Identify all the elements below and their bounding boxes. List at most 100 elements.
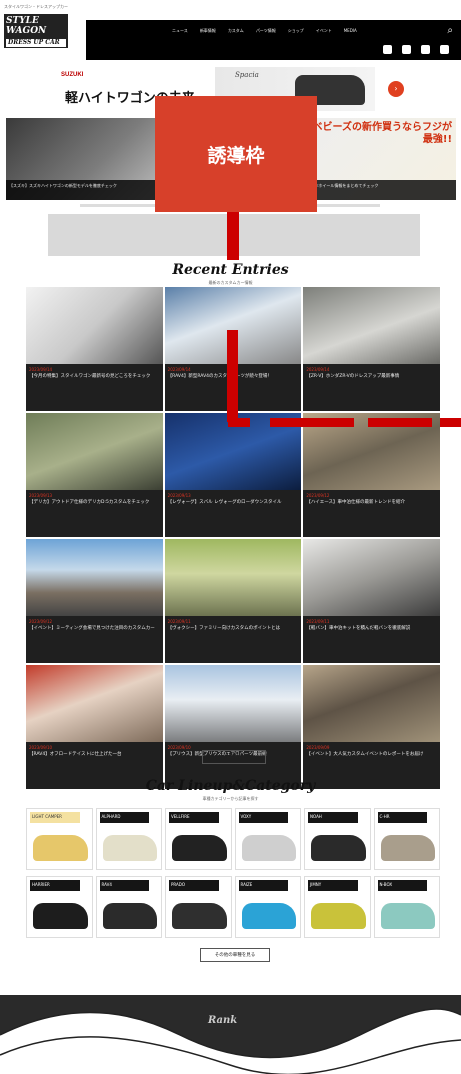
category-card[interactable]: C-HR xyxy=(373,808,440,870)
category-label: N-BOX xyxy=(377,880,427,891)
car-image xyxy=(172,903,227,929)
twitter-icon[interactable] xyxy=(402,45,411,54)
entry-card[interactable]: 2023/09/12 【ハイエース】車中泊仕様の最新トレンドを紹介 xyxy=(303,413,440,537)
logo-line2: DRESS UP CAR xyxy=(6,39,66,47)
car-image xyxy=(33,903,88,929)
car-image xyxy=(380,903,435,929)
footer-logo[interactable]: Rank xyxy=(208,1015,237,1026)
entry-card[interactable]: 2023/09/10 【RAV4】オフロードテイストに仕上げた一台 xyxy=(26,665,163,789)
entry-image xyxy=(303,665,440,742)
entry-card[interactable]: 2023/09/14 【ZR-V】ホンダZR-Vのドレスアップ最新事情 xyxy=(303,287,440,411)
entry-date: 2023/09/12 xyxy=(29,619,53,624)
site-logo[interactable]: スタイルワゴン・ドレスアップカー STYLE WAGON DRESS UP CA… xyxy=(4,4,84,54)
top-nav-bar: ニュース 新車情報 カスタム パーツ情報 ショップ イベント MEDIA ⌕ xyxy=(86,20,461,60)
logo-tagline: スタイルワゴン・ドレスアップカー xyxy=(4,4,68,9)
lineup-subtitle: 車種カテゴリーから記事を探す xyxy=(202,796,259,801)
category-card[interactable]: RAIZE xyxy=(234,876,301,938)
entry-date: 2023/09/12 xyxy=(306,493,330,498)
entry-date: 2023/09/10 xyxy=(29,745,53,750)
category-card[interactable]: VELLFIRE xyxy=(165,808,232,870)
entry-title: 【ヴォクシー】ファミリー向けカスタムのポイントとは xyxy=(167,626,281,631)
guide-line xyxy=(440,418,461,427)
hero-slide[interactable]: 【スズキ】スズキハイトワゴンの新型モデルを徹底チェック xyxy=(6,118,155,200)
entry-image xyxy=(26,539,163,616)
nav-item-2[interactable]: カスタム xyxy=(228,28,244,34)
category-label: HARRIER xyxy=(30,880,80,891)
arrow-right-icon[interactable]: › xyxy=(388,81,404,97)
entry-title: 【ハイエース】車中泊仕様の最新トレンドを紹介 xyxy=(306,500,405,505)
entry-card[interactable]: 2023/09/11 【軽バン】車中泊キットを積んだ軽バンを徹底解説 xyxy=(303,539,440,663)
category-card[interactable]: NOAH xyxy=(304,808,371,870)
category-card[interactable]: N-BOX xyxy=(373,876,440,938)
entry-title: 【デリカ】アウトドア仕様のデリカD:5カスタムをチェック xyxy=(29,500,150,505)
entry-image xyxy=(164,539,302,616)
instagram-icon[interactable] xyxy=(421,45,430,54)
youtube-icon[interactable] xyxy=(440,45,449,54)
category-card[interactable]: HARRIER xyxy=(26,876,93,938)
category-label: NOAH xyxy=(308,812,358,823)
car-image xyxy=(33,835,88,861)
slide-caption: 新作ホイール情報をまとめてチェック xyxy=(307,180,457,200)
category-label: VOXY xyxy=(238,812,288,823)
entry-image xyxy=(303,287,440,364)
category-label: PRADO xyxy=(169,880,219,891)
social-links xyxy=(383,45,449,54)
facebook-icon[interactable] xyxy=(383,45,392,54)
nav-item-4[interactable]: ショップ xyxy=(288,28,304,34)
search-icon[interactable]: ⌕ xyxy=(447,25,453,36)
entry-date: 2023/09/13 xyxy=(29,493,53,498)
hero-slide[interactable]: ベビーズの新作買うならフジが最強!! 新作ホイール情報をまとめてチェック xyxy=(307,118,457,200)
nav-item-6[interactable]: MEDIA xyxy=(344,28,357,34)
category-card[interactable]: VOXY xyxy=(234,808,301,870)
entry-card[interactable]: 2023/09/09 【イベント】大人気カスタムイベントのレポートをお届け xyxy=(303,665,440,789)
more-categories-button[interactable]: その他の車種を見る xyxy=(200,948,270,962)
category-label: VELLFIRE xyxy=(169,812,219,823)
car-image xyxy=(311,903,366,929)
entry-title: 【レヴォーグ】スバル レヴォーグのローダウンスタイル xyxy=(167,500,282,505)
entry-card[interactable]: 2023/09/12 【イベント】ミーティング会場で見つけた注目のカスタムカー xyxy=(26,539,163,663)
category-label: ALPHARD xyxy=(99,812,149,823)
category-card[interactable]: LIGHT CAMPER xyxy=(26,808,93,870)
category-grid: LIGHT CAMPER ALPHARD VELLFIRE VOXY NOAH … xyxy=(26,808,440,938)
more-button[interactable]: MORE xyxy=(202,750,266,764)
nav-item-0[interactable]: ニュース xyxy=(172,28,188,34)
entry-card[interactable]: 2023/09/13 【レヴォーグ】スバル レヴォーグのローダウンスタイル xyxy=(164,413,302,537)
entry-card[interactable]: 2023/09/11 【ヴォクシー】ファミリー向けカスタムのポイントとは xyxy=(164,539,302,663)
car-image xyxy=(172,835,227,861)
category-card[interactable]: JIMNY xyxy=(304,876,371,938)
nav-item-1[interactable]: 新車情報 xyxy=(200,28,216,34)
car-image xyxy=(102,835,157,861)
induction-box[interactable]: 誘導枠 xyxy=(155,96,317,212)
guide-line xyxy=(368,418,432,427)
entry-card[interactable]: 2023/09/10 【プリウス】新型プリウスのエアロパーツ最前線 xyxy=(164,665,302,789)
category-label: LIGHT CAMPER xyxy=(30,812,80,823)
entry-card[interactable]: 2023/09/13 【デリカ】アウトドア仕様のデリカD:5カスタムをチェック xyxy=(26,413,163,537)
entry-card[interactable]: 2023/09/14 【今月の特集】スタイルワゴン最新号の見どころをチェック xyxy=(26,287,163,411)
entry-image xyxy=(26,413,163,490)
guide-line xyxy=(227,212,239,260)
category-card[interactable]: ALPHARD xyxy=(95,808,162,870)
main-nav: ニュース 新車情報 カスタム パーツ情報 ショップ イベント MEDIA xyxy=(172,28,357,34)
entry-image xyxy=(164,665,302,742)
lineup-title: Car Lineup&Category xyxy=(145,778,316,794)
category-label: C-HR xyxy=(377,812,427,823)
entry-title: 【イベント】ミーティング会場で見つけた注目のカスタムカー xyxy=(29,626,155,631)
entry-title: 【イベント】大人気カスタムイベントのレポートをお届け xyxy=(306,752,424,757)
entry-date: 2023/09/13 xyxy=(167,493,191,498)
car-image xyxy=(241,903,296,929)
car-image xyxy=(102,903,157,929)
category-card[interactable]: PRADO xyxy=(165,876,232,938)
nav-item-3[interactable]: パーツ情報 xyxy=(256,28,276,34)
entry-date: 2023/09/09 xyxy=(306,745,330,750)
car-image xyxy=(311,835,366,861)
logo-mark: STYLE WAGON DRESS UP CAR xyxy=(4,14,68,48)
category-card[interactable]: RAV4 xyxy=(95,876,162,938)
wave-decoration xyxy=(0,1008,461,1074)
entry-title: 【軽バン】車中泊キットを積んだ軽バンを徹底解説 xyxy=(306,626,411,631)
banner-brand: SUZUKI xyxy=(61,72,84,78)
category-label: JIMNY xyxy=(308,880,358,891)
entry-title: 【今月の特集】スタイルワゴン最新号の見どころをチェック xyxy=(29,374,151,379)
entry-image xyxy=(26,287,163,364)
logo-line1: STYLE WAGON xyxy=(6,16,47,36)
nav-item-5[interactable]: イベント xyxy=(316,28,332,34)
